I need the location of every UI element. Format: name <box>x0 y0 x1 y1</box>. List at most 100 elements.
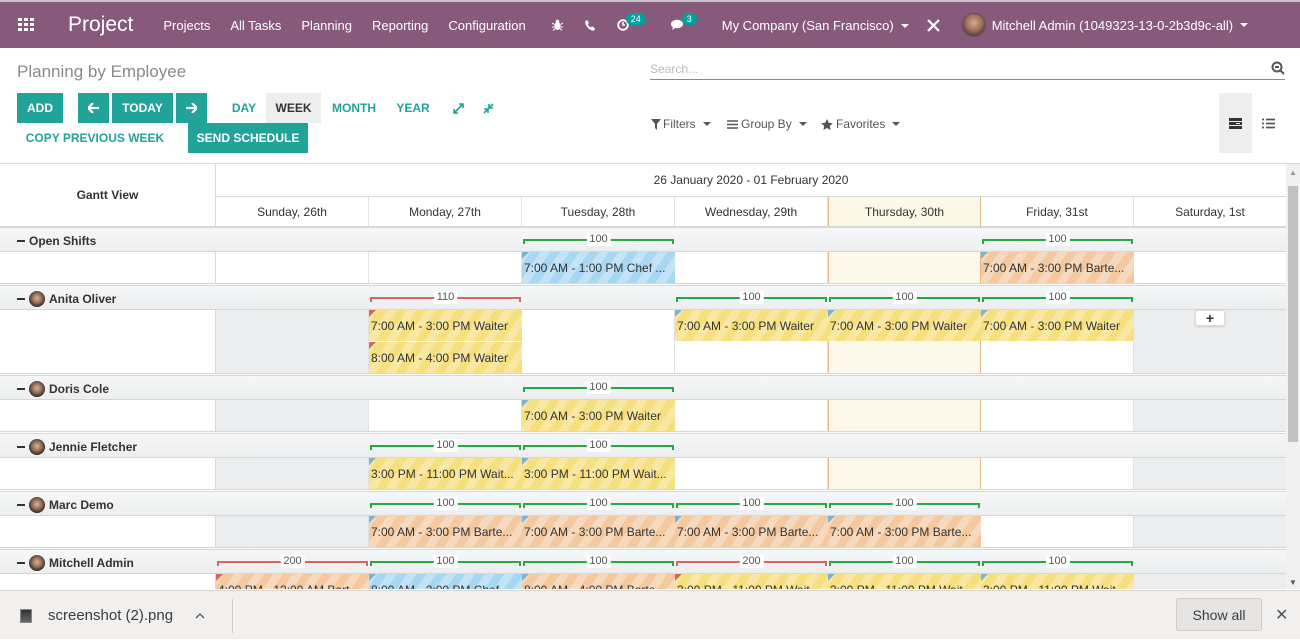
group-header[interactable]: Marc Demo 100 100 100 100 <box>0 491 1286 516</box>
next-button[interactable] <box>176 93 207 123</box>
group-header[interactable]: Open Shifts 100 100 <box>0 227 1286 252</box>
collapse-icon[interactable] <box>17 561 25 564</box>
gantt-cell[interactable] <box>1134 400 1286 431</box>
group-toggle[interactable]: Mitchell Admin <box>17 550 134 575</box>
group-toggle[interactable]: Open Shifts <box>17 228 96 253</box>
show-all-button[interactable]: Show all <box>1176 598 1262 631</box>
scroll-down-icon[interactable]: ▼ <box>1289 578 1297 587</box>
gantt-cell[interactable] <box>1134 458 1286 489</box>
gantt-cell[interactable] <box>828 400 981 431</box>
shift-pill[interactable]: 7:00 AM - 3:00 PM Waiter <box>981 310 1134 341</box>
scroll-up-icon[interactable]: ▲ <box>1289 168 1297 177</box>
shift-pill[interactable]: 7:00 AM - 3:00 PM Barte... <box>369 516 522 547</box>
app-name[interactable]: Project <box>68 13 133 37</box>
gantt-cell[interactable] <box>216 310 369 373</box>
add-button[interactable]: ADD <box>17 93 63 123</box>
menu-configuration[interactable]: Configuration <box>448 18 525 33</box>
copy-previous-week-button[interactable]: COPY PREVIOUS WEEK <box>17 123 173 153</box>
scale-year[interactable]: YEAR <box>390 93 436 123</box>
menu-all-tasks[interactable]: All Tasks <box>230 18 281 33</box>
collapse-icon[interactable] <box>17 297 25 300</box>
company-switcher[interactable]: My Company (San Francisco) <box>722 18 909 33</box>
phone-button[interactable] <box>584 19 595 31</box>
collapse-icon[interactable] <box>17 387 25 390</box>
shift-pill[interactable]: 7:00 AM - 3:00 PM Waiter <box>369 310 522 341</box>
gantt-cell[interactable] <box>369 252 522 283</box>
shift-pill[interactable]: 8:00 AM - 4:00 PM Waiter <box>369 342 522 373</box>
shift-pill[interactable]: 7:00 AM - 3:00 PM Waiter <box>828 310 981 341</box>
gantt-cell[interactable] <box>675 458 828 489</box>
menu-projects[interactable]: Projects <box>163 18 210 33</box>
group-by-dropdown[interactable]: Group By <box>727 117 807 131</box>
search-icon[interactable] <box>1271 61 1285 75</box>
gantt-cell[interactable] <box>675 252 828 283</box>
favorites-dropdown[interactable]: Favorites <box>821 117 901 131</box>
gantt-cell[interactable] <box>675 400 828 431</box>
shift-pill[interactable]: 7:00 AM - 3:00 PM Barte... <box>981 252 1134 283</box>
scale-month[interactable]: MONTH <box>324 93 384 123</box>
collapse-icon[interactable] <box>17 445 25 448</box>
gantt-cell[interactable] <box>1134 516 1286 547</box>
group-header[interactable]: Jennie Fletcher 100 100 <box>0 433 1286 458</box>
gantt-cell[interactable] <box>981 400 1134 431</box>
gantt-cell[interactable] <box>828 252 981 283</box>
previous-button[interactable] <box>78 93 109 123</box>
download-item[interactable]: screenshot (2).png <box>20 591 205 640</box>
close-icon[interactable]: ✕ <box>1275 605 1288 625</box>
today-button[interactable]: TODAY <box>112 93 173 123</box>
gantt-cell[interactable] <box>1134 252 1286 283</box>
menu-reporting[interactable]: Reporting <box>372 18 428 33</box>
debug-button[interactable] <box>551 19 563 31</box>
scale-week[interactable]: WEEK <box>266 93 321 123</box>
collapse-icon[interactable] <box>17 503 25 506</box>
shift-pill[interactable]: 3:00 PM - 11:00 PM Wait... <box>675 574 828 589</box>
group-header[interactable]: Mitchell Admin 200 100 100 200 100 100 <box>0 549 1286 574</box>
shift-pill[interactable]: 3:00 PM - 11:00 PM Wait... <box>369 458 522 489</box>
gantt-cell[interactable] <box>216 458 369 489</box>
scale-day[interactable]: DAY <box>222 93 266 123</box>
group-toggle[interactable]: Doris Cole <box>17 376 109 401</box>
shift-pill[interactable]: 3:00 PM - 11:00 PM Wait... <box>981 574 1134 589</box>
shift-pill[interactable]: 4:00 PM - 12:00 AM Bart... <box>216 574 369 589</box>
shift-pill[interactable]: 8:00 AM - 2:00 PM Chef <box>369 574 522 589</box>
scrollbar-thumb[interactable] <box>1288 186 1298 442</box>
filters-dropdown[interactable]: Filters <box>651 117 711 131</box>
shift-pill[interactable]: 3:00 PM - 11:00 PM Wait... <box>828 574 981 589</box>
chevron-up-icon[interactable] <box>195 612 205 619</box>
add-shift-button[interactable]: + <box>1195 310 1225 326</box>
gantt-cell[interactable] <box>522 310 675 373</box>
shift-pill[interactable]: 3:00 PM - 11:00 PM Wait... <box>522 458 675 489</box>
app-switcher-button[interactable] <box>0 18 52 32</box>
shift-pill[interactable]: 7:00 AM - 3:00 PM Barte... <box>828 516 981 547</box>
user-menu[interactable]: Mitchell Admin (1049323-13-0-2b3d9c-all) <box>961 13 1249 37</box>
group-header[interactable]: Anita Oliver 110 100 100 100 <box>0 285 1286 310</box>
group-toggle[interactable]: Anita Oliver <box>17 286 116 311</box>
activities-button[interactable]: 24 <box>617 13 649 31</box>
vertical-scrollbar[interactable]: ▲ ▼ <box>1286 164 1300 589</box>
gantt-cell[interactable] <box>828 458 981 489</box>
gantt-cell[interactable] <box>216 252 369 283</box>
shift-pill[interactable]: 7:00 AM - 3:00 PM Waiter <box>675 310 828 341</box>
list-view-switch[interactable] <box>1252 93 1285 153</box>
gantt-cell[interactable] <box>369 400 522 431</box>
group-toggle[interactable]: Marc Demo <box>17 492 114 517</box>
shift-pill[interactable]: 8:00 AM - 4:00 PM Barte... <box>522 574 675 589</box>
menu-planning[interactable]: Planning <box>301 18 352 33</box>
shift-pill[interactable]: 7:00 AM - 3:00 PM Waiter <box>522 400 675 431</box>
shift-pill[interactable]: 7:00 AM - 3:00 PM Barte... <box>675 516 828 547</box>
send-schedule-button[interactable]: SEND SCHEDULE <box>188 123 308 153</box>
gantt-cell[interactable] <box>981 516 1134 547</box>
messages-button[interactable]: 3 <box>670 13 700 31</box>
shift-pill[interactable]: 7:00 AM - 3:00 PM Barte... <box>522 516 675 547</box>
shift-pill[interactable]: 7:00 AM - 1:00 PM Chef ... <box>522 252 675 283</box>
gantt-cell[interactable] <box>1134 574 1286 589</box>
collapse-rows-button[interactable] <box>478 93 498 123</box>
gantt-cell[interactable] <box>216 516 369 547</box>
tools-button[interactable] <box>926 18 940 32</box>
gantt-cell[interactable] <box>981 458 1134 489</box>
group-toggle[interactable]: Jennie Fletcher <box>17 434 137 459</box>
search-input[interactable]: Search... <box>650 62 698 76</box>
collapse-icon[interactable] <box>17 239 25 242</box>
expand-rows-button[interactable] <box>448 93 468 123</box>
gantt-view-switch[interactable] <box>1219 93 1252 153</box>
